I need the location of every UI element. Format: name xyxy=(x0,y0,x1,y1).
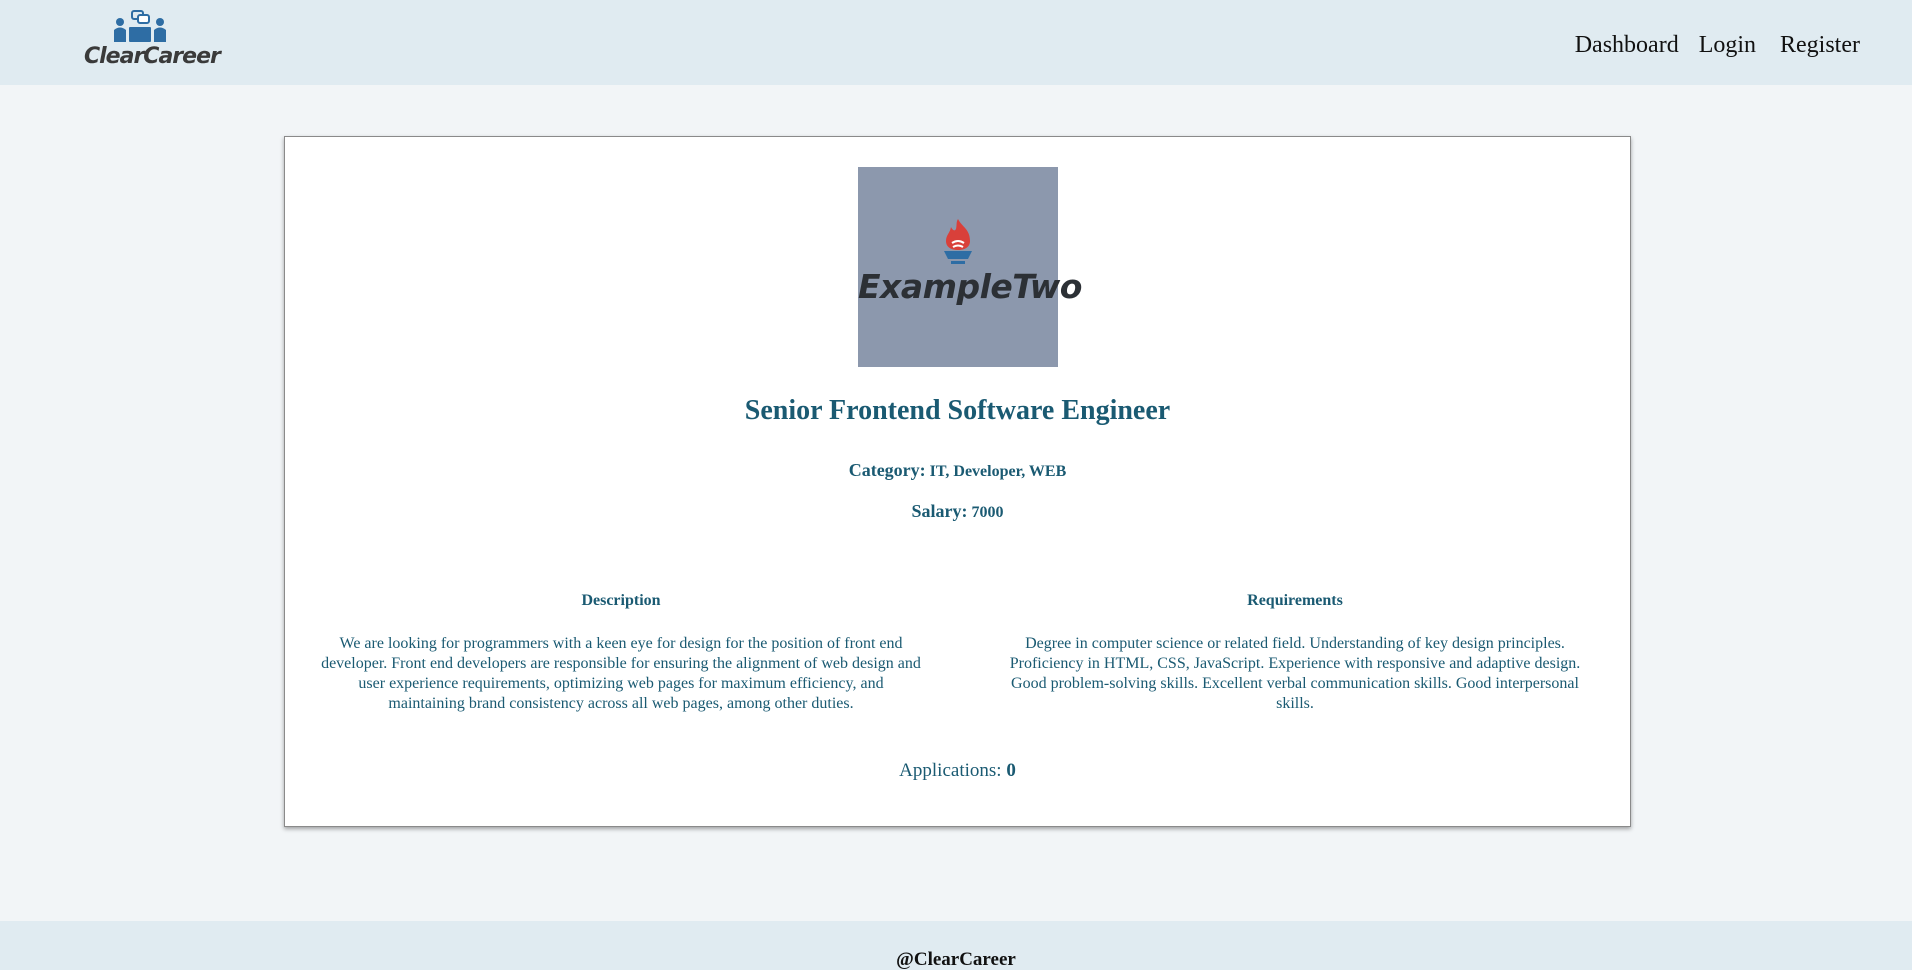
job-salary: Salary: 7000 xyxy=(285,501,1630,522)
logo-wordmark: ClearCareer xyxy=(84,44,221,69)
job-category: Category: IT, Developer, WEB xyxy=(285,460,1630,481)
applications-value: 0 xyxy=(1006,760,1016,781)
nav-register-link[interactable]: Register xyxy=(1780,32,1860,59)
nav-login-link[interactable]: Login xyxy=(1699,32,1756,59)
description-section: Description We are looking for programme… xyxy=(321,592,921,714)
category-value: IT, Developer, WEB xyxy=(929,463,1067,480)
requirements-section: Requirements Degree in computer science … xyxy=(1005,592,1585,714)
job-detail-card: ExampleTwo Senior Frontend Software Engi… xyxy=(284,136,1631,827)
description-text: We are looking for programmers with a ke… xyxy=(321,635,921,712)
nav-dashboard-link[interactable]: Dashboard xyxy=(1575,32,1679,59)
category-label: Category: xyxy=(848,460,926,480)
company-name-logo: ExampleTwo xyxy=(858,267,1082,306)
requirements-heading: Requirements xyxy=(1247,592,1343,609)
company-logo: ExampleTwo xyxy=(858,167,1082,367)
applications-label: Applications: xyxy=(899,760,1002,781)
main-nav: Dashboard Login Register xyxy=(1575,32,1860,59)
footer-copyright: @ClearCareer xyxy=(896,949,1016,970)
flame-bowl-icon xyxy=(944,219,972,264)
applications-count: Applications: 0 xyxy=(285,760,1630,782)
salary-label: Salary: xyxy=(911,501,968,521)
job-title: Senior Frontend Software Engineer xyxy=(744,395,1171,426)
clearcareer-logo[interactable]: ClearCareer xyxy=(84,10,221,72)
salary-value: 7000 xyxy=(971,504,1004,521)
top-header: ClearCareer Dashboard Login Register xyxy=(0,0,1912,85)
description-heading: Description xyxy=(581,592,661,609)
people-meeting-icon xyxy=(114,10,166,42)
page-footer: @ClearCareer xyxy=(0,921,1912,970)
requirements-text: Degree in computer science or related fi… xyxy=(1009,635,1581,712)
